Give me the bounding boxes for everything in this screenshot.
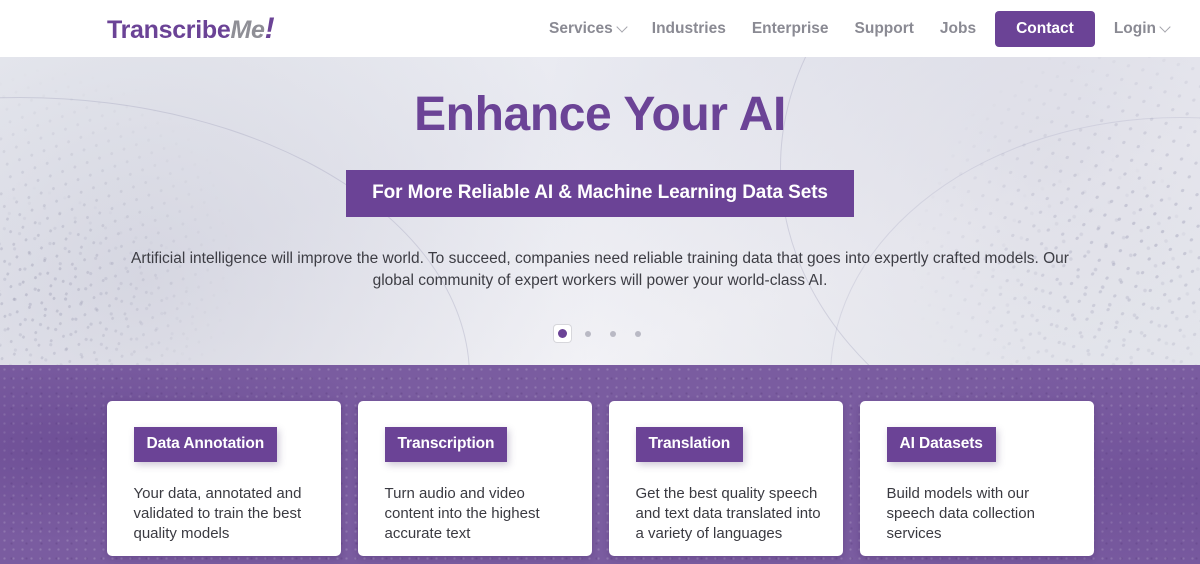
dot-icon: [584, 330, 591, 337]
main-navigation: Services Industries Enterprise Support J…: [536, 0, 1182, 57]
hero-subtitle-banner: For More Reliable AI & Machine Learning …: [346, 169, 854, 217]
nav-item-login[interactable]: Login: [1101, 12, 1182, 46]
service-card-list: Data Annotation Your data, annotated and…: [0, 365, 1200, 556]
contact-button[interactable]: Contact: [995, 10, 1095, 47]
nav-item-label: Login: [1113, 19, 1156, 37]
page-root: TranscribeMe! Services Industries Enterp…: [0, 0, 1200, 564]
card-description: Turn audio and video content into the hi…: [384, 485, 540, 542]
chevron-down-icon: [1159, 20, 1171, 33]
service-card-translation[interactable]: Translation Get the best quality speech …: [608, 401, 843, 556]
nav-item-label: Support: [854, 19, 914, 37]
nav-item-jobs[interactable]: Jobs: [927, 12, 989, 46]
card-description: Your data, annotated and validated to tr…: [133, 485, 302, 542]
logo-text-secondary: Me: [230, 16, 265, 44]
dot-icon: [558, 329, 567, 338]
service-card-data-annotation[interactable]: Data Annotation Your data, annotated and…: [106, 401, 341, 556]
site-logo[interactable]: TranscribeMe!: [107, 14, 275, 45]
dot-icon: [609, 330, 616, 337]
dot-icon: [634, 330, 641, 337]
nav-item-label: Jobs: [939, 19, 977, 37]
services-band: Data Annotation Your data, annotated and…: [0, 365, 1200, 564]
nav-item-label: Enterprise: [751, 19, 829, 37]
nav-item-industries[interactable]: Industries: [639, 12, 739, 46]
card-title-badge: AI Datasets: [886, 427, 996, 462]
card-title-badge: Translation: [635, 427, 744, 462]
service-card-transcription[interactable]: Transcription Turn audio and video conte…: [357, 401, 592, 556]
carousel-dot-1[interactable]: [554, 325, 571, 342]
nav-item-support[interactable]: Support: [842, 12, 927, 46]
carousel-dot-4[interactable]: [629, 325, 646, 342]
card-description: Get the best quality speech and text dat…: [635, 485, 821, 542]
hero-paragraph: Artificial intelligence will improve the…: [131, 249, 1069, 289]
site-header: TranscribeMe! Services Industries Enterp…: [0, 0, 1200, 57]
card-title-badge: Data Annotation: [133, 427, 278, 462]
hero-content: Enhance Your AI For More Reliable AI & M…: [0, 88, 1200, 292]
card-title-badge: Transcription: [384, 427, 508, 462]
hero-title: Enhance Your AI: [414, 88, 786, 141]
card-description: Build models with our speech data collec…: [886, 485, 1035, 542]
carousel-dot-2[interactable]: [579, 325, 596, 342]
chevron-down-icon: [616, 20, 628, 33]
carousel-indicators: [0, 325, 1200, 342]
nav-item-label: Services: [548, 19, 613, 37]
service-card-ai-datasets[interactable]: AI Datasets Build models with our speech…: [859, 401, 1094, 556]
hero-section: Enhance Your AI For More Reliable AI & M…: [0, 57, 1200, 365]
logo-exclamation: !: [264, 12, 275, 45]
nav-item-services[interactable]: Services: [536, 12, 639, 46]
carousel-dot-3[interactable]: [604, 325, 621, 342]
logo-text-primary: Transcribe: [107, 16, 231, 44]
nav-item-enterprise[interactable]: Enterprise: [739, 12, 842, 46]
nav-item-label: Industries: [651, 19, 726, 37]
